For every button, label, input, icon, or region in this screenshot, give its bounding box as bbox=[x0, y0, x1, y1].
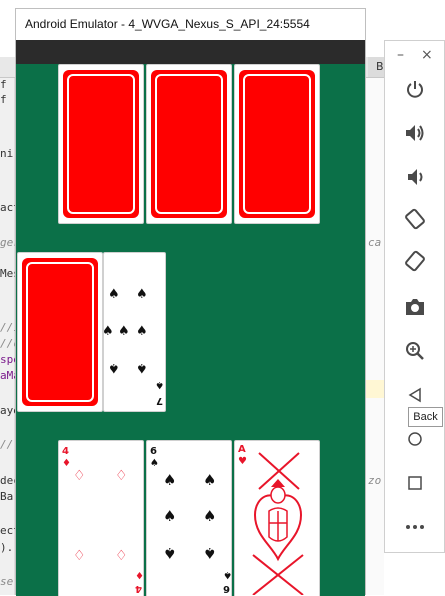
card-back[interactable] bbox=[17, 252, 103, 412]
rotate-right-button[interactable] bbox=[385, 243, 444, 279]
ide-code-line: zo bbox=[368, 474, 382, 487]
ide-code-line: f bbox=[0, 78, 7, 91]
emulator-title: Android Emulator - 4_WVGA_Nexus_S_API_24… bbox=[25, 17, 310, 31]
face-card-artwork bbox=[252, 452, 304, 595]
overview-button[interactable] bbox=[385, 465, 444, 501]
close-button[interactable]: × bbox=[421, 47, 433, 63]
card-seven-of-spades[interactable]: ♠ ♠ ♠ ♠ ♠ ♠ ♠ 7 ♠ bbox=[103, 252, 166, 412]
emulator-toolbar: – × bbox=[384, 40, 445, 553]
emulator-window: Android Emulator - 4_WVGA_Nexus_S_API_24… bbox=[15, 8, 366, 596]
card-back[interactable] bbox=[58, 64, 144, 224]
minimize-button[interactable]: – bbox=[397, 47, 404, 63]
ide-code-line: f bbox=[0, 93, 7, 106]
ide-code-line: ca bbox=[368, 236, 382, 249]
rotate-left-button[interactable] bbox=[385, 201, 444, 237]
ide-code-line: se bbox=[0, 575, 14, 588]
more-button[interactable] bbox=[385, 509, 444, 545]
android-status-bar bbox=[16, 40, 365, 64]
volume-down-button[interactable] bbox=[385, 159, 444, 195]
card-face-card[interactable]: A ♥ bbox=[234, 440, 320, 596]
zoom-button[interactable] bbox=[385, 333, 444, 369]
card-rank: 6 bbox=[150, 446, 157, 457]
card-back[interactable] bbox=[146, 64, 232, 224]
volume-down-icon bbox=[407, 169, 422, 185]
power-icon bbox=[406, 81, 423, 98]
card-rank: 4 bbox=[62, 446, 69, 457]
volume-up-icon bbox=[405, 125, 423, 141]
card-rank: 7 bbox=[156, 395, 163, 406]
zoom-icon bbox=[405, 342, 424, 360]
rotate-right-icon bbox=[404, 250, 425, 272]
ide-line-highlight bbox=[366, 380, 384, 398]
ide-code-line: // bbox=[0, 438, 14, 451]
rotate-left-icon bbox=[404, 208, 425, 230]
more-icon bbox=[405, 525, 424, 529]
card-back[interactable] bbox=[234, 64, 320, 224]
card-six-of-spades[interactable]: 6 ♠ ♠ ♠ ♠ ♠ ♠ ♠ 6 ♠ bbox=[146, 440, 232, 596]
home-icon bbox=[407, 432, 422, 446]
back-icon bbox=[408, 387, 421, 403]
game-table[interactable]: ♠ ♠ ♠ ♠ ♠ ♠ ♠ 7 ♠ 4 ♦ ♢ ♢ ♢ ♢ 4 ♦ 6 ♠ ♠ … bbox=[16, 64, 365, 596]
power-button[interactable] bbox=[385, 71, 444, 107]
card-four-of-diamonds[interactable]: 4 ♦ ♢ ♢ ♢ ♢ 4 ♦ bbox=[58, 440, 144, 596]
screenshot-button[interactable] bbox=[385, 289, 444, 325]
camera-icon bbox=[405, 299, 424, 315]
volume-up-button[interactable] bbox=[385, 115, 444, 151]
overview-icon bbox=[407, 476, 422, 490]
back-tooltip: Back bbox=[408, 407, 443, 427]
ide-editor-strip bbox=[366, 78, 384, 595]
